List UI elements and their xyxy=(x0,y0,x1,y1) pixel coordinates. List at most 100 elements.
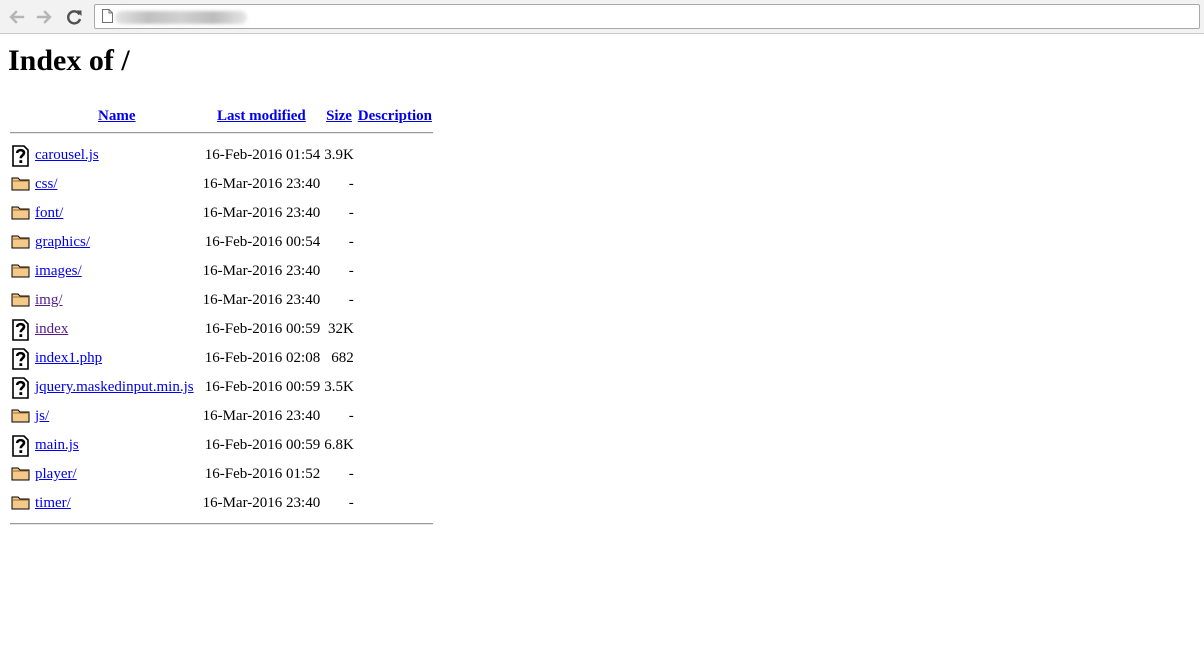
top-divider xyxy=(10,128,433,140)
icon-cell xyxy=(10,258,32,285)
size-cell: 32K xyxy=(327,321,354,337)
size-cell: 3.9K xyxy=(324,147,354,163)
icon-cell xyxy=(10,142,32,169)
reload-icon xyxy=(67,10,82,25)
description-cell xyxy=(357,490,433,517)
size-cell: - xyxy=(348,205,354,221)
back-button[interactable] xyxy=(6,6,28,28)
size-cell: 6.8K xyxy=(324,437,354,453)
table-row: css/ 16-Mar-2016 23:40 - xyxy=(10,171,433,198)
last-modified-cell: 16-Feb-2016 01:54 xyxy=(204,147,321,163)
reload-button[interactable] xyxy=(63,6,85,28)
entry-link-index1-php[interactable]: index1.php xyxy=(35,350,102,366)
folder-icon xyxy=(11,261,31,279)
header-last-modified: Last modified xyxy=(202,107,322,126)
last-modified-cell: 16-Mar-2016 23:40 xyxy=(202,263,321,279)
table-row: index 16-Feb-2016 00:59 32K xyxy=(10,316,433,343)
page-content: Index of / Name Last modified Size Descr… xyxy=(0,46,1204,533)
address-bar[interactable] xyxy=(94,4,1200,29)
description-cell xyxy=(357,171,433,198)
entry-link-main-js[interactable]: main.js xyxy=(35,437,79,453)
last-modified-cell: 16-Mar-2016 23:40 xyxy=(202,408,321,424)
icon-cell xyxy=(10,461,32,488)
last-modified-cell: 16-Feb-2016 02:08 xyxy=(204,350,321,366)
unknown-file-icon xyxy=(11,145,31,167)
name-cell: font/ xyxy=(34,200,200,227)
name-cell: css/ xyxy=(34,171,200,198)
entry-link-jquery-maskedinput-min-js[interactable]: jquery.maskedinput.min.js xyxy=(35,379,194,395)
unknown-file-icon xyxy=(11,319,31,341)
table-row: main.js 16-Feb-2016 00:59 6.8K xyxy=(10,432,433,459)
header-icon-cell xyxy=(10,107,32,126)
entry-link-timer[interactable]: timer/ xyxy=(35,495,71,511)
header-size: Size xyxy=(323,107,355,126)
last-modified-cell: 16-Mar-2016 23:40 xyxy=(202,205,321,221)
description-cell xyxy=(357,200,433,227)
entry-link-images[interactable]: images/ xyxy=(35,263,82,279)
description-cell xyxy=(357,142,433,169)
folder-icon xyxy=(11,493,31,511)
entry-link-graphics[interactable]: graphics/ xyxy=(35,234,90,250)
folder-icon xyxy=(11,174,31,192)
icon-cell xyxy=(10,490,32,517)
name-cell: images/ xyxy=(34,258,200,285)
table-row: images/ 16-Mar-2016 23:40 - xyxy=(10,258,433,285)
description-cell xyxy=(357,345,433,372)
sort-by-size-link[interactable]: Size xyxy=(326,108,352,124)
entry-link-img[interactable]: img/ xyxy=(35,292,63,308)
size-cell: 682 xyxy=(331,350,354,366)
icon-cell xyxy=(10,229,32,256)
sort-by-last-modified-link[interactable]: Last modified xyxy=(217,108,306,124)
entry-link-css[interactable]: css/ xyxy=(35,176,58,192)
last-modified-cell: 16-Feb-2016 00:59 xyxy=(204,321,321,337)
description-cell xyxy=(357,461,433,488)
icon-cell xyxy=(10,200,32,227)
icon-cell xyxy=(10,316,32,343)
size-cell: - xyxy=(348,234,354,250)
size-cell: 3.5K xyxy=(324,379,354,395)
directory-listing: Name Last modified Size Description caro… xyxy=(8,105,435,533)
last-modified-cell: 16-Feb-2016 00:59 xyxy=(204,379,321,395)
entry-link-js[interactable]: js/ xyxy=(35,408,49,424)
arrow-left-icon xyxy=(9,10,25,24)
sort-by-name-link[interactable]: Name xyxy=(98,108,136,124)
name-cell: timer/ xyxy=(34,490,200,517)
name-cell: graphics/ xyxy=(34,229,200,256)
entry-link-font[interactable]: font/ xyxy=(35,205,63,221)
name-cell: player/ xyxy=(34,461,200,488)
table-row: index1.php 16-Feb-2016 02:08 682 xyxy=(10,345,433,372)
folder-icon xyxy=(11,232,31,250)
header-name: Name xyxy=(34,107,200,126)
size-cell: - xyxy=(348,263,354,279)
name-cell: main.js xyxy=(34,432,200,459)
folder-icon xyxy=(11,203,31,221)
unknown-file-icon xyxy=(11,348,31,370)
arrow-right-icon xyxy=(36,10,52,24)
last-modified-cell: 16-Mar-2016 23:40 xyxy=(202,176,321,192)
sort-by-description-link[interactable]: Description xyxy=(358,108,432,124)
blurred-url xyxy=(115,11,247,24)
name-cell: carousel.js xyxy=(34,142,200,169)
name-cell: index xyxy=(34,316,200,343)
entry-link-player[interactable]: player/ xyxy=(35,466,77,482)
size-cell: - xyxy=(348,408,354,424)
size-cell: - xyxy=(348,495,354,511)
last-modified-cell: 16-Mar-2016 23:40 xyxy=(202,495,321,511)
table-row: graphics/ 16-Feb-2016 00:54 - xyxy=(10,229,433,256)
size-cell: - xyxy=(348,466,354,482)
name-cell: jquery.maskedinput.min.js xyxy=(34,374,200,401)
entry-link-index[interactable]: index xyxy=(35,321,68,337)
description-cell xyxy=(357,432,433,459)
table-row: carousel.js 16-Feb-2016 01:54 3.9K xyxy=(10,142,433,169)
folder-icon xyxy=(11,290,31,308)
entry-link-carousel-js[interactable]: carousel.js xyxy=(35,147,99,163)
last-modified-cell: 16-Feb-2016 00:59 xyxy=(204,437,321,453)
table-row: img/ 16-Mar-2016 23:40 - xyxy=(10,287,433,314)
unknown-file-icon xyxy=(11,377,31,399)
name-cell: js/ xyxy=(34,403,200,430)
forward-button[interactable] xyxy=(33,6,55,28)
description-cell xyxy=(357,287,433,314)
description-cell xyxy=(357,316,433,343)
header-row: Name Last modified Size Description xyxy=(10,107,433,126)
last-modified-cell: 16-Mar-2016 23:40 xyxy=(202,292,321,308)
